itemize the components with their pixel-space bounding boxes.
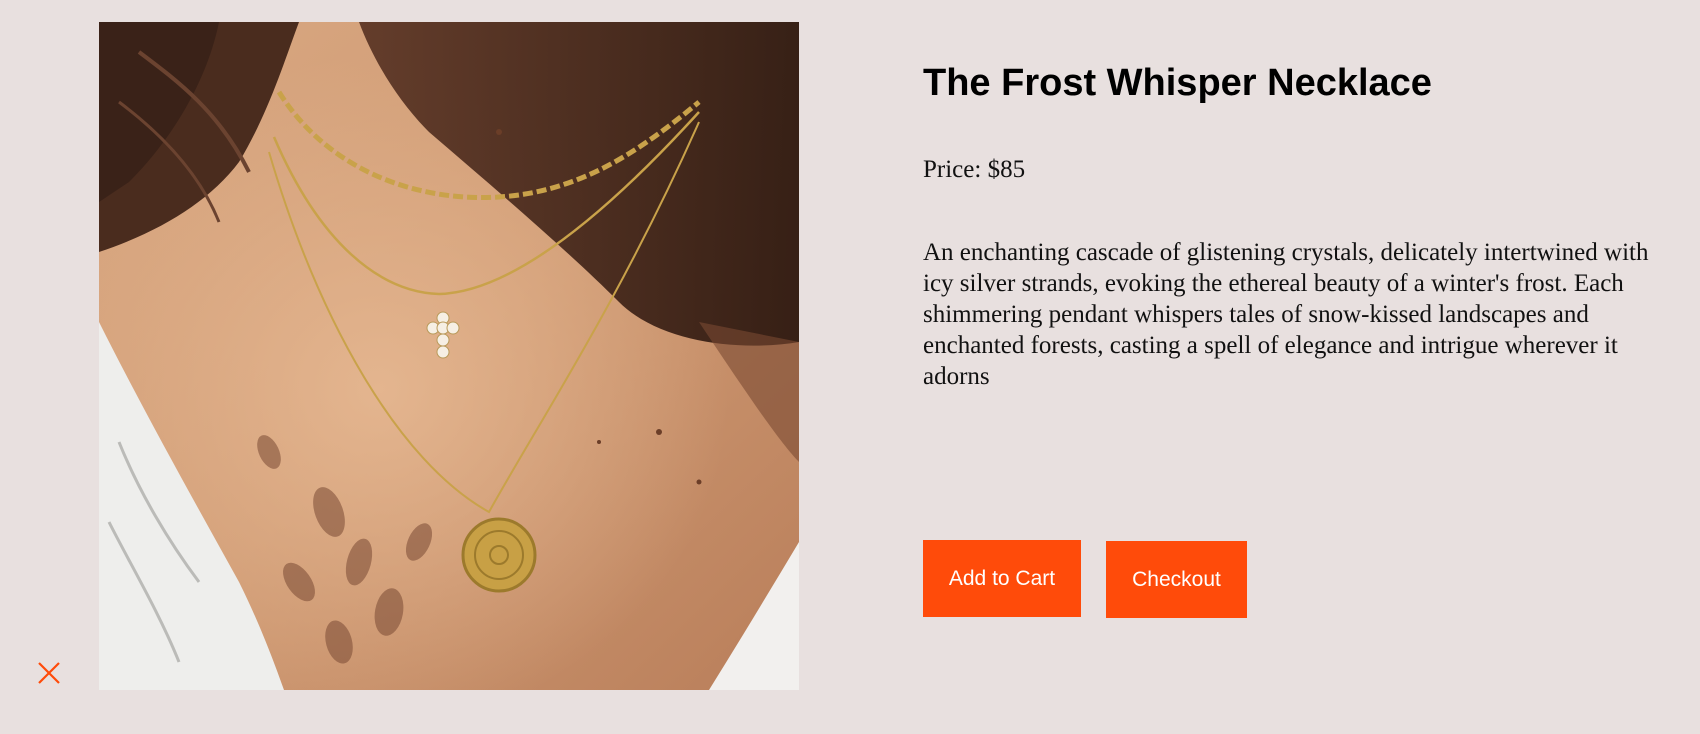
checkout-button[interactable]: Checkout bbox=[1106, 541, 1247, 618]
product-image bbox=[99, 22, 799, 690]
product-price: Price: $85 bbox=[923, 156, 1026, 183]
close-icon bbox=[38, 662, 60, 684]
close-button[interactable] bbox=[36, 660, 62, 686]
product-detail-page: The Frost Whisper Necklace Price: $85 An… bbox=[0, 0, 1700, 734]
product-description: An enchanting cascade of glistening crys… bbox=[923, 239, 1649, 390]
necklace-photo bbox=[99, 22, 799, 690]
product-title: The Frost Whisper Necklace bbox=[923, 62, 1432, 104]
add-to-cart-button[interactable]: Add to Cart bbox=[923, 540, 1081, 617]
